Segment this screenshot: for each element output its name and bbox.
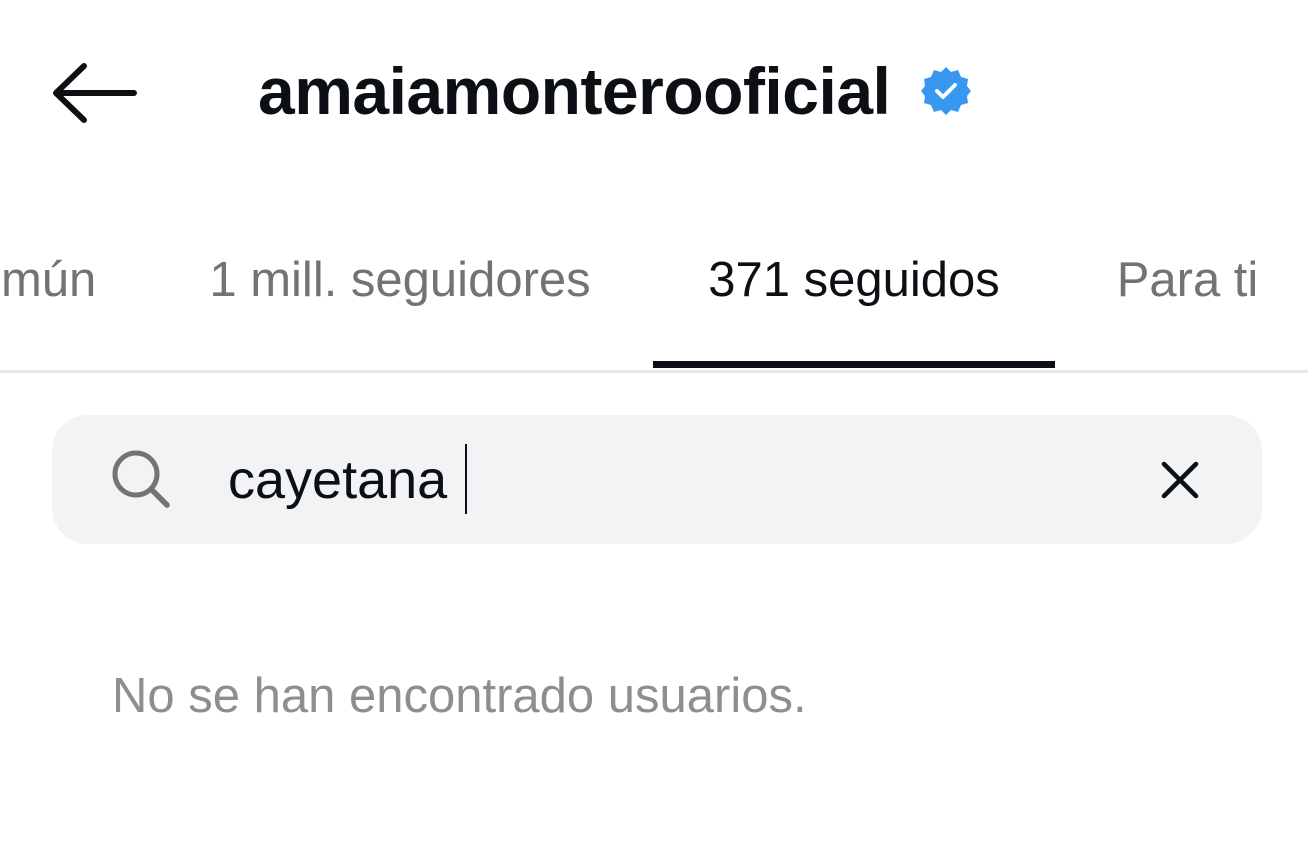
search-icon bbox=[110, 448, 172, 510]
tab-bar: omún 1 mill. seguidores 371 seguidos Par… bbox=[0, 222, 1308, 372]
text-cursor bbox=[465, 444, 467, 514]
active-tab-indicator bbox=[653, 361, 1055, 368]
tab-label: 1 mill. seguidores bbox=[209, 253, 591, 307]
header: amaiamonterooficial bbox=[0, 0, 1308, 180]
tab-followers[interactable]: 1 mill. seguidores bbox=[170, 222, 630, 370]
tab-for-you[interactable]: Para ti bbox=[1085, 222, 1290, 370]
close-icon bbox=[1161, 461, 1199, 499]
tab-in-common[interactable]: omún bbox=[0, 222, 110, 370]
search-input[interactable] bbox=[228, 442, 1108, 518]
following-screen: amaiamonterooficial omún 1 mill. seguido… bbox=[0, 0, 1308, 854]
back-button[interactable] bbox=[40, 50, 150, 136]
page-title: amaiamonterooficial bbox=[258, 54, 891, 128]
tabs-divider bbox=[0, 370, 1308, 373]
tab-following[interactable]: 371 seguidos bbox=[653, 222, 1055, 370]
clear-search-button[interactable] bbox=[1150, 450, 1210, 510]
title-group: amaiamonterooficial bbox=[258, 46, 972, 136]
tab-label: omún bbox=[0, 253, 97, 307]
verified-badge-icon bbox=[920, 65, 972, 117]
tab-label: 371 seguidos bbox=[708, 253, 1000, 307]
empty-results-message: No se han encontrado usuarios. bbox=[112, 669, 807, 723]
arrow-left-icon bbox=[53, 63, 137, 123]
tab-label: Para ti bbox=[1116, 253, 1259, 307]
